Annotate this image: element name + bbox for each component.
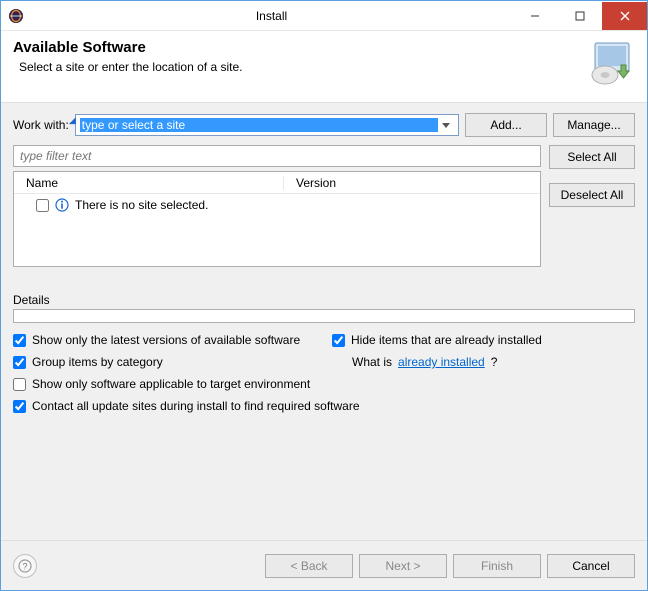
- window-title: Install: [31, 9, 512, 23]
- select-all-button[interactable]: Select All: [549, 145, 635, 169]
- checkbox-group[interactable]: [13, 356, 26, 369]
- help-icon[interactable]: ?: [13, 554, 37, 578]
- software-table[interactable]: Name Version There is no site selected.: [13, 171, 541, 267]
- install-dialog: Install Available Software Select a site…: [0, 0, 648, 591]
- checkbox-hide-installed[interactable]: [332, 334, 345, 347]
- column-name[interactable]: Name: [14, 176, 284, 190]
- checkbox-latest[interactable]: [13, 334, 26, 347]
- table-row: There is no site selected.: [22, 198, 532, 212]
- already-installed-hint: What is already installed ?: [332, 355, 635, 369]
- manage-button[interactable]: Manage...: [553, 113, 635, 137]
- wizard-footer: ? < Back Next > Finish Cancel: [1, 540, 647, 590]
- option-contact-sites[interactable]: Contact all update sites during install …: [13, 399, 635, 413]
- checkbox-target-env[interactable]: [13, 378, 26, 391]
- row-checkbox[interactable]: [36, 199, 49, 212]
- work-with-value[interactable]: type or select a site: [80, 118, 438, 132]
- chevron-down-icon[interactable]: [438, 121, 454, 129]
- filter-input[interactable]: [13, 145, 541, 167]
- info-icon: [55, 198, 69, 212]
- install-wizard-icon: [587, 39, 635, 90]
- column-version[interactable]: Version: [284, 176, 540, 190]
- details-box[interactable]: [13, 309, 635, 323]
- page-title: Available Software: [13, 39, 242, 56]
- minimize-button[interactable]: [512, 2, 557, 30]
- wizard-header: Available Software Select a site or ente…: [1, 31, 647, 103]
- cancel-button[interactable]: Cancel: [547, 554, 635, 578]
- back-button[interactable]: < Back: [265, 554, 353, 578]
- work-with-label: Work with:◢: [13, 118, 69, 132]
- eclipse-icon: [1, 8, 31, 24]
- option-group[interactable]: Group items by category: [13, 355, 316, 369]
- empty-message: There is no site selected.: [75, 198, 208, 212]
- already-installed-link[interactable]: already installed: [398, 355, 485, 369]
- checkbox-contact-sites[interactable]: [13, 400, 26, 413]
- option-hide-installed[interactable]: Hide items that are already installed: [332, 333, 635, 347]
- deselect-all-button[interactable]: Deselect All: [549, 183, 635, 207]
- close-button[interactable]: [602, 2, 647, 30]
- work-with-combo[interactable]: type or select a site: [75, 114, 459, 136]
- option-latest[interactable]: Show only the latest versions of availab…: [13, 333, 316, 347]
- maximize-button[interactable]: [557, 2, 602, 30]
- details-label: Details: [13, 293, 635, 307]
- add-button[interactable]: Add...: [465, 113, 547, 137]
- finish-button[interactable]: Finish: [453, 554, 541, 578]
- table-header: Name Version: [14, 172, 540, 194]
- option-target-env[interactable]: Show only software applicable to target …: [13, 377, 635, 391]
- svg-text:?: ?: [22, 561, 27, 571]
- titlebar[interactable]: Install: [1, 1, 647, 31]
- next-button[interactable]: Next >: [359, 554, 447, 578]
- page-subtitle: Select a site or enter the location of a…: [13, 60, 242, 74]
